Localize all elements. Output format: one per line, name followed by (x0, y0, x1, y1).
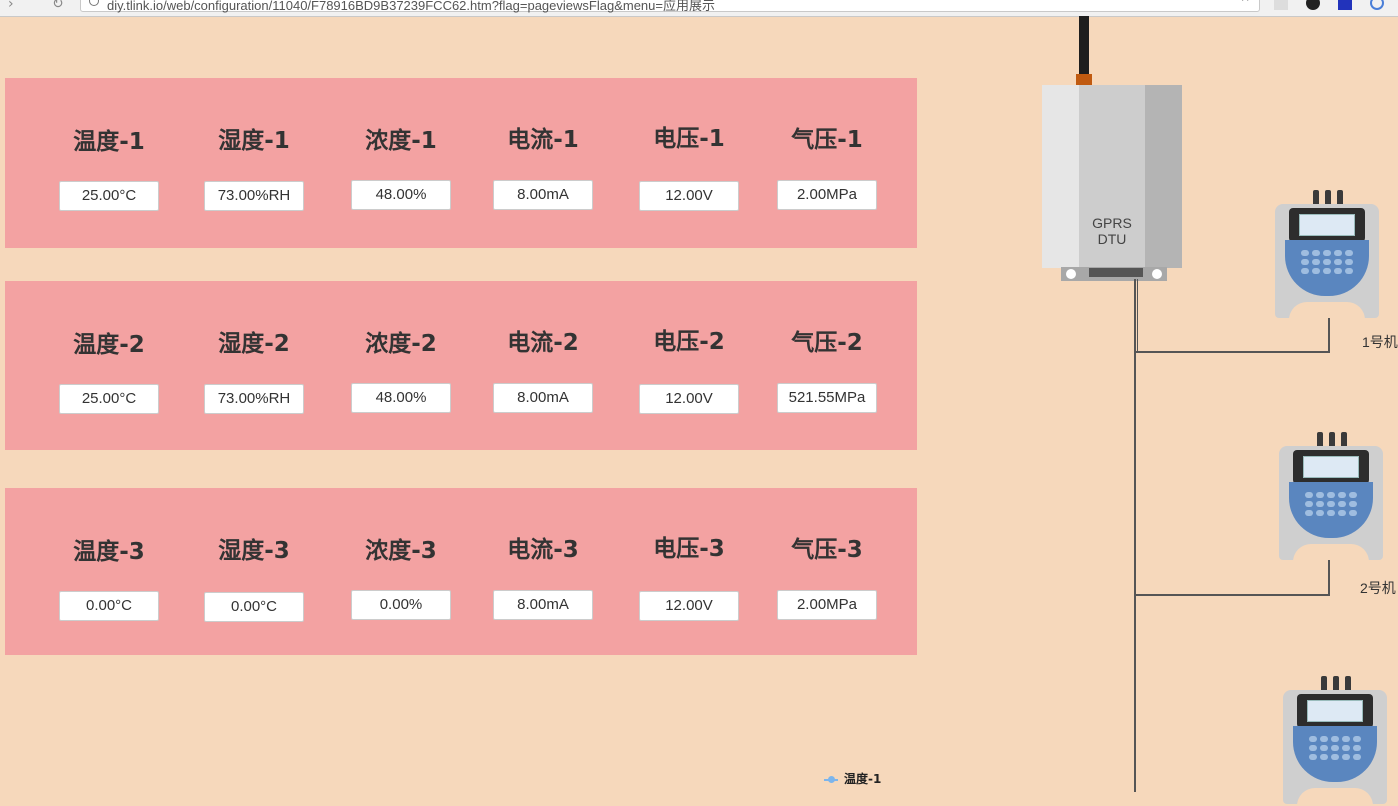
reload-icon[interactable]: ↻ (52, 0, 64, 12)
sensor-concentration-2: 浓度-2 48.00% (341, 327, 461, 413)
sensor-label: 浓度-3 (365, 538, 437, 564)
dtu-label: GPRS DTU (1079, 215, 1145, 247)
gprs-dtu-device: GPRS DTU (1042, 85, 1182, 268)
sensor-panel-1: 温度-1 25.00°C 湿度-1 73.00%RH 浓度-1 48.00% 电… (5, 78, 917, 248)
branch-wire-1 (1134, 351, 1330, 353)
sensor-label: 电压-1 (653, 126, 725, 152)
sensor-value: 73.00%RH (204, 384, 304, 414)
url-text: diy.tlink.io/web/configuration/11040/F78… (107, 0, 715, 13)
info-icon[interactable] (89, 0, 99, 6)
antenna-icon (1079, 16, 1089, 76)
sensor-label: 湿度-3 (218, 538, 290, 564)
meter-screen (1299, 214, 1355, 236)
meter-device-3 (1283, 676, 1387, 806)
meter-screen (1303, 456, 1359, 478)
branch-wire-2 (1134, 594, 1330, 596)
sensor-value: 0.00°C (204, 592, 304, 622)
sensor-current-1: 电流-1 8.00mA (483, 123, 603, 210)
sensor-concentration-1: 浓度-1 48.00% (341, 124, 461, 210)
sensor-label: 气压-3 (791, 537, 863, 563)
sensor-value: 25.00°C (59, 384, 159, 414)
sensor-humidity-1: 湿度-1 73.00%RH (194, 124, 314, 211)
sensor-value: 521.55MPa (777, 383, 877, 413)
sensor-pressure-3: 气压-3 2.00MPa (767, 533, 887, 620)
extension-icon[interactable] (1306, 0, 1320, 10)
dtu-label-line1: GPRS (1092, 215, 1132, 231)
sensor-current-2: 电流-2 8.00mA (483, 326, 603, 413)
sensor-value: 0.00°C (59, 591, 159, 621)
bus-wire (1137, 279, 1138, 352)
chart-legend[interactable]: 温度-1 (824, 770, 881, 787)
sensor-value: 8.00mA (493, 180, 593, 210)
sensor-value: 25.00°C (59, 181, 159, 211)
sensor-humidity-3: 湿度-3 0.00°C (194, 534, 314, 622)
bookmark-star-icon[interactable]: ☆ (1239, 0, 1251, 5)
browser-toolbar: › ↻ diy.tlink.io/web/configuration/11040… (0, 0, 1398, 17)
bus-wire (1134, 279, 1136, 792)
sensor-voltage-1: 电压-1 12.00V (629, 122, 749, 211)
machine-label-1: 1号机 (1362, 334, 1398, 350)
sensor-label: 电压-3 (653, 536, 725, 562)
sensor-value: 48.00% (351, 180, 451, 210)
sensor-pressure-2: 气压-2 521.55MPa (767, 326, 887, 413)
sensor-label: 气压-1 (791, 127, 863, 153)
sensor-label: 湿度-2 (218, 331, 290, 357)
sensor-label: 气压-2 (791, 330, 863, 356)
extension-icon[interactable] (1370, 0, 1384, 10)
extension-icon[interactable] (1274, 0, 1288, 10)
forward-arrow-icon[interactable]: › (8, 0, 14, 12)
sensor-label: 电流-3 (507, 537, 579, 563)
machine-label-2: 2号机 (1360, 580, 1396, 596)
sensor-current-3: 电流-3 8.00mA (483, 533, 603, 620)
address-bar[interactable]: diy.tlink.io/web/configuration/11040/F78… (80, 0, 1260, 13)
sensor-concentration-3: 浓度-3 0.00% (341, 534, 461, 620)
sensor-voltage-2: 电压-2 12.00V (629, 325, 749, 414)
dtu-mount-base (1061, 267, 1167, 281)
extension-icon[interactable] (1338, 0, 1352, 10)
sensor-value: 8.00mA (493, 383, 593, 413)
sensor-temperature-1: 温度-1 25.00°C (49, 125, 169, 211)
sensor-label: 浓度-2 (365, 331, 437, 357)
sensor-value: 12.00V (639, 181, 739, 211)
sensor-panel-2: 温度-2 25.00°C 湿度-2 73.00%RH 浓度-2 48.00% 电… (5, 281, 917, 450)
sensor-label: 电流-1 (507, 127, 579, 153)
meter-device-1 (1275, 190, 1379, 320)
sensor-humidity-2: 湿度-2 73.00%RH (194, 327, 314, 414)
sensor-voltage-3: 电压-3 12.00V (629, 532, 749, 621)
sensor-label: 浓度-1 (365, 128, 437, 154)
sensor-value: 48.00% (351, 383, 451, 413)
sensor-value: 12.00V (639, 384, 739, 414)
sensor-label: 电流-2 (507, 330, 579, 356)
sensor-value: 12.00V (639, 591, 739, 621)
sensor-label: 温度-2 (73, 332, 145, 358)
keypad (1289, 482, 1373, 538)
sensor-panel-3: 温度-3 0.00°C 湿度-3 0.00°C 浓度-3 0.00% 电流-3 … (5, 488, 917, 655)
sensor-label: 温度-1 (73, 129, 145, 155)
legend-line-icon (824, 775, 838, 783)
meter-screen (1307, 700, 1363, 722)
sensor-value: 0.00% (351, 590, 451, 620)
meter-device-2 (1279, 432, 1383, 562)
keypad (1285, 240, 1369, 296)
sensor-value: 2.00MPa (777, 180, 877, 210)
dtu-label-line2: DTU (1097, 231, 1127, 247)
sensor-value: 73.00%RH (204, 181, 304, 211)
legend-item-label: 温度-1 (844, 772, 882, 786)
sensor-label: 温度-3 (73, 539, 145, 565)
sensor-value: 8.00mA (493, 590, 593, 620)
sensor-temperature-3: 温度-3 0.00°C (49, 535, 169, 621)
sensor-value: 2.00MPa (777, 590, 877, 620)
sensor-label: 电压-2 (653, 329, 725, 355)
sensor-label: 湿度-1 (218, 128, 290, 154)
sensor-pressure-1: 气压-1 2.00MPa (767, 123, 887, 210)
keypad (1293, 726, 1377, 782)
sensor-temperature-2: 温度-2 25.00°C (49, 328, 169, 414)
